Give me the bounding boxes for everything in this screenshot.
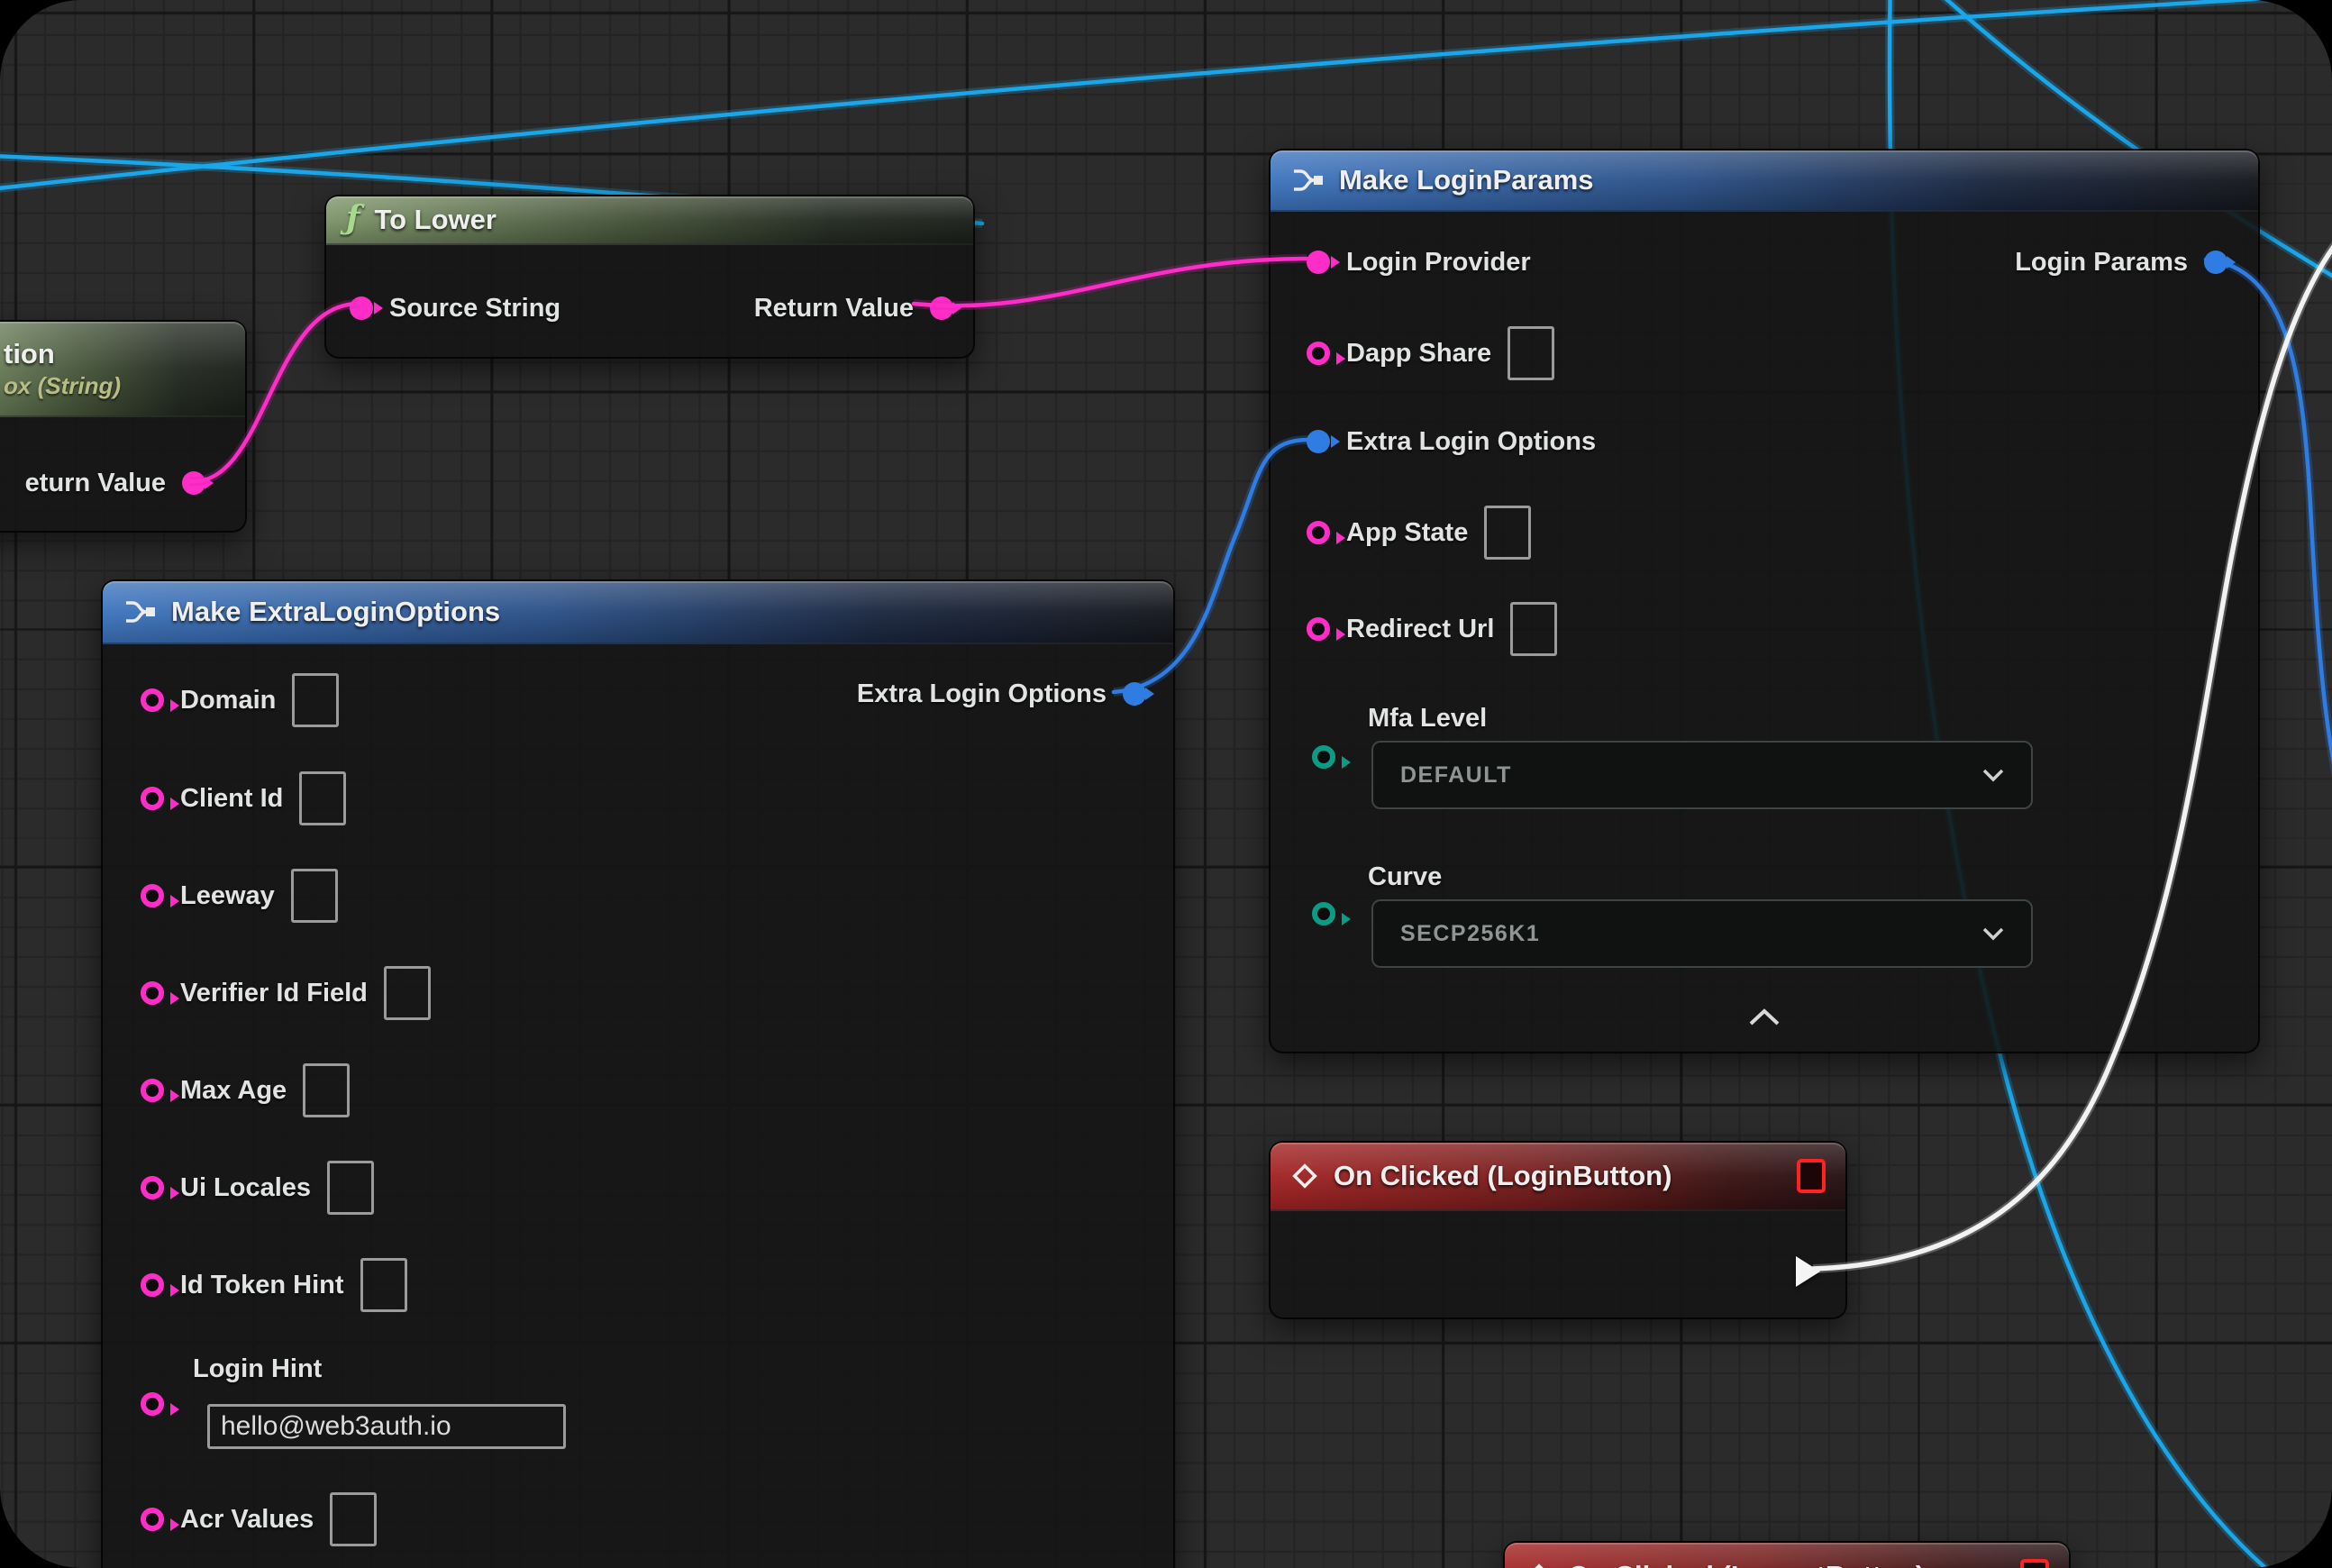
- pin-label-mfa-level: Mfa Level: [1368, 704, 1487, 734]
- node-on-clicked-logout-header: On Clicked (LogoutButton): [1505, 1543, 2069, 1568]
- chevron-down-icon: [1982, 768, 2004, 782]
- pin-label-app-state: App State: [1346, 518, 1468, 548]
- bound-widget-icon[interactable]: [1797, 1159, 1826, 1193]
- pin-return-value-partial[interactable]: [182, 471, 205, 495]
- pin-label-max-age: Max Age: [180, 1076, 287, 1106]
- pin-client-id[interactable]: [141, 787, 164, 810]
- pin-label-ui-locales: Ui Locales: [180, 1173, 311, 1203]
- login-hint-input[interactable]: [207, 1404, 566, 1449]
- pin-label-client-id: Client Id: [180, 784, 283, 814]
- pin-label-redirect-url: Redirect Url: [1346, 615, 1494, 644]
- verifier-id-field-value-box[interactable]: [384, 966, 431, 1020]
- pin-extra-login-options-in[interactable]: [1307, 430, 1330, 453]
- pin-label-extra-login-options-in: Extra Login Options: [1346, 427, 1596, 457]
- mfa-level-dropdown[interactable]: DEFAULT: [1371, 741, 2033, 809]
- pin-login-provider[interactable]: [1307, 251, 1330, 274]
- blueprint-graph-canvas[interactable]: tion ox (String) eturn Value ƒ To Lower …: [0, 0, 2332, 1568]
- node-title-on-clicked-login: On Clicked (LoginButton): [1334, 1160, 1672, 1192]
- pin-verifier-id-field[interactable]: [141, 981, 164, 1005]
- node-source-partial-header: tion ox (String): [0, 322, 245, 417]
- node-make-extra-login-options-header: Make ExtraLoginOptions: [103, 581, 1173, 644]
- ui-locales-value-box[interactable]: [327, 1161, 374, 1215]
- max-age-value-box[interactable]: [303, 1063, 350, 1117]
- event-diamond-icon: [1525, 1562, 1553, 1568]
- node-subtitle-fragment: ox (String): [4, 372, 121, 400]
- function-icon: ƒ: [346, 199, 360, 237]
- node-make-login-params-header: Make LoginParams: [1271, 150, 2258, 212]
- pin-label-curve: Curve: [1368, 862, 1442, 892]
- pin-label-verifier-id-field: Verifier Id Field: [180, 979, 368, 1008]
- acr-values-value-box[interactable]: [330, 1492, 377, 1546]
- node-to-lower[interactable]: ƒ To Lower Source String Return Value: [324, 195, 975, 359]
- chevron-down-icon: [1982, 926, 2004, 941]
- pin-label-dapp-share: Dapp Share: [1346, 339, 1491, 369]
- pin-app-state[interactable]: [1307, 521, 1330, 544]
- mfa-level-value: DEFAULT: [1400, 762, 1512, 789]
- pin-max-age[interactable]: [141, 1079, 164, 1102]
- pin-domain[interactable]: [141, 688, 164, 712]
- pin-label-source-string: Source String: [389, 294, 560, 324]
- pin-source-string[interactable]: [350, 296, 373, 320]
- pin-redirect-url[interactable]: [1307, 617, 1330, 641]
- leeway-value-box[interactable]: [291, 869, 338, 923]
- node-source-partial[interactable]: tion ox (String) eturn Value: [0, 320, 247, 533]
- pin-label-id-token-hint: Id Token Hint: [180, 1271, 344, 1300]
- pin-mfa-level[interactable]: [1312, 745, 1335, 769]
- pin-label-login-provider: Login Provider: [1346, 248, 1531, 278]
- node-title-to-lower: To Lower: [375, 204, 496, 236]
- pin-label-login-hint: Login Hint: [193, 1354, 322, 1384]
- pin-leeway[interactable]: [141, 884, 164, 907]
- pin-id-token-hint[interactable]: [141, 1273, 164, 1297]
- node-title-make-login-params: Make LoginParams: [1339, 164, 1594, 196]
- pin-return-value[interactable]: [930, 296, 953, 320]
- pin-extra-login-options-out[interactable]: [1123, 682, 1146, 706]
- curve-dropdown[interactable]: SECP256K1: [1371, 899, 2033, 968]
- redirect-url-value-box[interactable]: [1510, 602, 1557, 656]
- pin-label-acr-values: Acr Values: [180, 1505, 314, 1535]
- event-diamond-icon: [1290, 1162, 1319, 1190]
- node-title-on-clicked-logout: On Clicked (LogoutButton): [1568, 1560, 1925, 1568]
- client-id-value-box[interactable]: [299, 771, 346, 825]
- node-to-lower-header: ƒ To Lower: [326, 196, 973, 245]
- exec-out-pin[interactable]: [1796, 1256, 1820, 1287]
- make-struct-icon: [1290, 166, 1325, 195]
- make-struct-icon: [123, 597, 157, 626]
- collapse-chevron-icon[interactable]: [1748, 1008, 1781, 1026]
- domain-value-box[interactable]: [292, 673, 339, 727]
- pin-label-domain: Domain: [180, 686, 276, 716]
- pin-curve[interactable]: [1312, 902, 1335, 925]
- dapp-share-value-box[interactable]: [1508, 326, 1554, 380]
- pin-label-return-value: Return Value: [754, 294, 914, 324]
- node-on-clicked-login-button[interactable]: On Clicked (LoginButton): [1269, 1141, 1847, 1319]
- node-on-clicked-login-header: On Clicked (LoginButton): [1271, 1143, 1845, 1211]
- pin-login-params-out[interactable]: [2204, 251, 2227, 274]
- pin-label-leeway: Leeway: [180, 881, 275, 911]
- pin-label-extra-login-options-out: Extra Login Options: [857, 679, 1107, 709]
- node-on-clicked-logout-button[interactable]: On Clicked (LogoutButton): [1503, 1541, 2071, 1568]
- node-title-fragment: tion: [4, 338, 55, 370]
- bound-widget-icon[interactable]: [2020, 1559, 2049, 1568]
- pin-dapp-share[interactable]: [1307, 342, 1330, 365]
- node-make-extra-login-options[interactable]: Make ExtraLoginOptions Extra Login Optio…: [101, 579, 1175, 1568]
- curve-value: SECP256K1: [1400, 921, 1540, 947]
- pin-acr-values[interactable]: [141, 1508, 164, 1531]
- pin-login-hint[interactable]: [141, 1392, 164, 1416]
- node-title-make-extra-login-options: Make ExtraLoginOptions: [171, 596, 500, 628]
- pin-label-login-params-out: Login Params: [2015, 248, 2188, 278]
- app-state-value-box[interactable]: [1484, 506, 1531, 560]
- pin-label-return-value-partial: eturn Value: [25, 469, 166, 498]
- screenshot-frame: tion ox (String) eturn Value ƒ To Lower …: [0, 0, 2332, 1568]
- pin-ui-locales[interactable]: [141, 1176, 164, 1199]
- id-token-hint-value-box[interactable]: [360, 1258, 407, 1312]
- node-make-login-params[interactable]: Make LoginParams Login Params Login Prov…: [1269, 149, 2260, 1053]
